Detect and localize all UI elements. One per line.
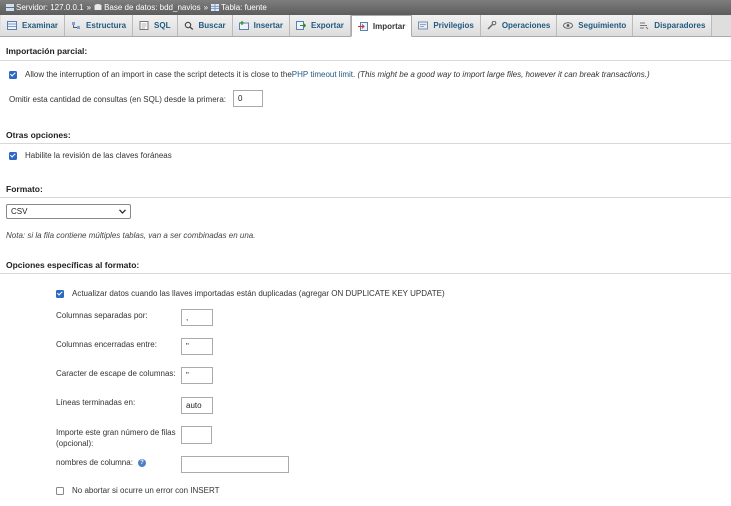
- rows-to-import-label-2: (opcional):: [56, 439, 94, 448]
- tab-bar: Examinar Estructura SQL Buscar Insertar …: [0, 15, 731, 37]
- divider: [0, 60, 731, 61]
- table-icon: [211, 4, 220, 11]
- breadcrumb-database[interactable]: Base de datos: bdd_navios: [104, 3, 201, 12]
- export-icon: [295, 21, 306, 30]
- rows-to-import-input[interactable]: [181, 426, 212, 444]
- foreign-keys-label: Habilite la revisión de las claves forán…: [25, 151, 172, 160]
- breadcrumb: Servidor: 127.0.0.1» Base de datos: bdd_n…: [0, 0, 731, 15]
- update-duplicates-checkbox[interactable]: [56, 289, 64, 298]
- foreign-keys-row: Habilite la revisión de las claves forán…: [9, 151, 172, 160]
- format-title: Formato:: [6, 184, 43, 194]
- format-options-title: Opciones específicas al formato:: [6, 260, 140, 270]
- tab-tracking[interactable]: Seguimiento: [557, 15, 634, 36]
- no-abort-label: No abortar si ocurre un error con INSERT: [72, 486, 220, 495]
- column-escape-input[interactable]: ": [181, 367, 213, 384]
- database-icon: [94, 4, 102, 10]
- column-separator-label: Columnas separadas por:: [56, 311, 148, 320]
- structure-icon: [72, 22, 81, 29]
- format-note: Nota: si la fila contiene múltiples tabl…: [6, 231, 256, 240]
- operations-icon: [487, 21, 497, 30]
- php-timeout-link[interactable]: PHP timeout limit: [292, 70, 353, 79]
- insert-icon: [238, 21, 249, 30]
- skip-queries-input[interactable]: 0: [233, 90, 263, 107]
- line-terminator-input[interactable]: auto: [181, 397, 213, 414]
- rows-to-import-label-1: Importe este gran número de filas: [56, 428, 176, 437]
- column-names-row: nombres de columna: ?: [56, 458, 146, 467]
- column-enclosure-input[interactable]: ": [181, 338, 213, 355]
- tab-privileges[interactable]: Privilegios: [412, 15, 481, 36]
- column-escape-label: Caracter de escape de columnas:: [56, 369, 176, 378]
- breadcrumb-table[interactable]: Tabla: fuente: [221, 3, 267, 12]
- chevron-down-icon: [119, 209, 126, 214]
- tab-search[interactable]: Buscar: [177, 15, 233, 36]
- tab-operations[interactable]: Operaciones: [480, 15, 558, 36]
- tab-export[interactable]: Exportar: [289, 15, 351, 36]
- allow-interrupt-checkbox[interactable]: [9, 70, 17, 79]
- tab-structure[interactable]: Estructura: [65, 15, 134, 36]
- breadcrumb-server[interactable]: Servidor: 127.0.0.1: [16, 3, 84, 12]
- format-select[interactable]: CSV: [6, 204, 131, 219]
- format-select-value: CSV: [11, 207, 28, 216]
- tab-insert[interactable]: Insertar: [232, 15, 290, 36]
- other-options-title: Otras opciones:: [6, 130, 71, 140]
- allow-interrupt-label: Allow the interruption of an import in c…: [25, 70, 292, 79]
- column-separator-input[interactable]: ,: [181, 309, 213, 326]
- partial-import-title: Importación parcial:: [6, 46, 88, 56]
- tab-import[interactable]: Importar: [350, 15, 413, 37]
- import-icon: [357, 21, 368, 31]
- no-abort-row: No abortar si ocurre un error con INSERT: [56, 486, 219, 495]
- allow-interrupt-row: Allow the interruption of an import in c…: [9, 70, 650, 79]
- server-icon: [6, 4, 14, 11]
- divider: [0, 197, 731, 198]
- skip-queries-label: Omitir esta cantidad de consultas (en SQ…: [9, 95, 226, 104]
- update-duplicates-row: Actualizar datos cuando las llaves impor…: [56, 289, 445, 298]
- tab-sql[interactable]: SQL: [133, 15, 178, 36]
- triggers-icon: [640, 22, 649, 30]
- update-duplicates-label: Actualizar datos cuando las llaves impor…: [72, 289, 445, 298]
- divider: [0, 273, 731, 274]
- sql-icon: [139, 21, 149, 30]
- foreign-keys-checkbox[interactable]: [9, 151, 17, 160]
- tracking-icon: [563, 22, 574, 29]
- tab-browse[interactable]: Examinar: [1, 15, 66, 36]
- divider: [0, 143, 731, 144]
- column-enclosure-label: Columnas encerradas entre:: [56, 340, 157, 349]
- tab-triggers[interactable]: Disparadores: [633, 15, 713, 36]
- browse-icon: [7, 21, 17, 30]
- column-names-input[interactable]: [181, 456, 289, 473]
- column-names-label: nombres de columna:: [56, 458, 133, 467]
- help-icon[interactable]: ?: [137, 458, 146, 467]
- search-icon: [184, 21, 193, 30]
- no-abort-checkbox[interactable]: [56, 486, 64, 495]
- line-terminator-label: Líneas terminadas en:: [56, 398, 136, 407]
- allow-interrupt-note: (This might be a good way to import larg…: [357, 70, 650, 79]
- privileges-icon: [418, 21, 429, 30]
